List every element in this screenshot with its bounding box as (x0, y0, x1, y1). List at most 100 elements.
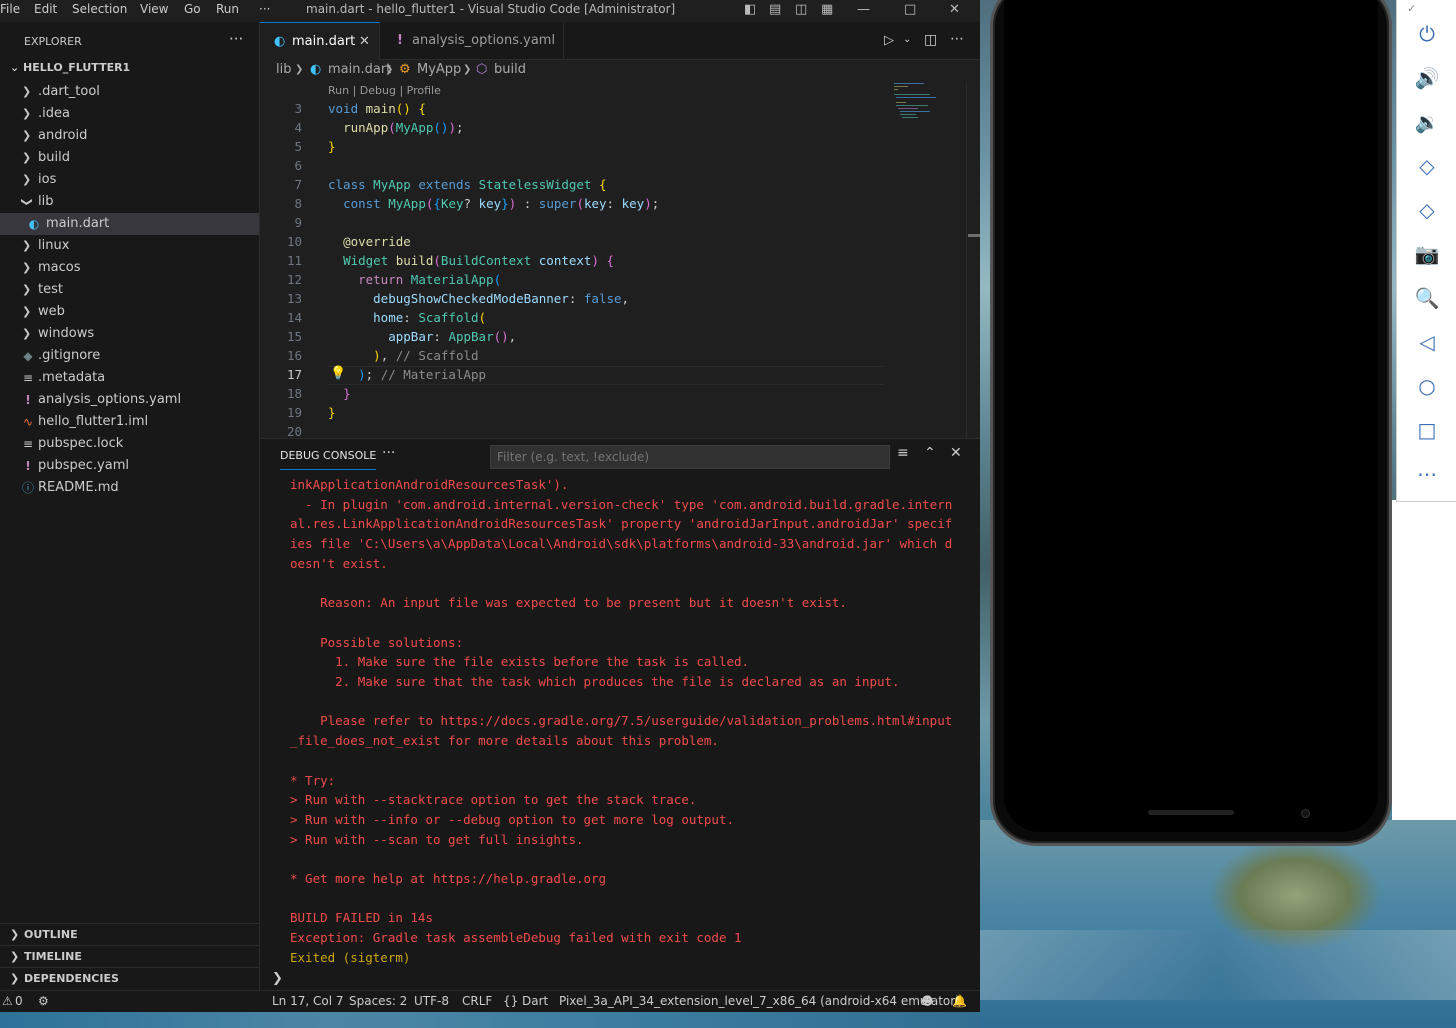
tree-item-test[interactable]: ❯ test (0, 279, 259, 301)
codelens[interactable]: Run | Debug | Profile (328, 84, 441, 97)
tree-item-iml[interactable]: ∿ hello_flutter1.iml (0, 411, 259, 433)
rotate-right-icon[interactable]: ◇ (1397, 198, 1456, 222)
tree-label: lib (38, 194, 54, 209)
volume-up-icon[interactable]: 🔊 (1397, 66, 1456, 90)
chevron-right-icon: ❯ (10, 928, 20, 941)
cursor-position[interactable]: Ln 17, Col 7 (272, 991, 344, 1011)
tree-item-build[interactable]: ❯ build (0, 147, 259, 169)
device-selector[interactable]: Pixel_3a_API_34_extension_level_7_x86_64… (559, 991, 960, 1011)
tree-item-dart-tool[interactable]: ❯ .dart_tool (0, 81, 259, 103)
tree-item-readme[interactable]: ⓘ README.md (0, 477, 259, 499)
run-icon[interactable]: ▷ (884, 33, 894, 48)
tab-label: analysis_options.yaml (412, 33, 556, 48)
tree-item-analysis-options[interactable]: ! analysis_options.yaml (0, 389, 259, 411)
toggle-sidebar-icon[interactable]: ◧ (744, 2, 756, 17)
zoom-icon[interactable]: 🔍 (1397, 286, 1456, 310)
tree-item-ios[interactable]: ❯ ios (0, 169, 259, 191)
customize-layout-icon[interactable]: ▦ (821, 2, 833, 17)
debug-console-output[interactable]: inkApplicationAndroidResourcesTask'). - … (260, 475, 980, 969)
console-prompt-icon[interactable]: ❯ (272, 971, 283, 986)
code-editor[interactable]: Run | Debug | Profile 💡 3 4 5 6 7 8 9 10… (260, 82, 980, 439)
tree-item-android[interactable]: ❯ android (0, 125, 259, 147)
tab-analysis-options[interactable]: ! analysis_options.yaml (380, 22, 564, 60)
split-editor-icon[interactable]: ◫ (924, 32, 937, 48)
editor-scrollbar[interactable] (966, 82, 980, 438)
tree-item-pubspec-yaml[interactable]: ! pubspec.yaml (0, 455, 259, 477)
notifications-icon[interactable]: 🔔 (952, 991, 967, 1011)
volume-down-icon[interactable]: 🔉 (1397, 110, 1456, 134)
minimize-icon[interactable]: — (857, 2, 870, 17)
panel-more-icon[interactable]: ··· (382, 445, 395, 461)
home-icon[interactable]: ○ (1397, 374, 1456, 398)
console-filter-input[interactable] (490, 445, 890, 469)
tree-item-lib[interactable]: ❯ lib (0, 191, 259, 213)
section-outline[interactable]: ❯ OUTLINE (0, 923, 259, 945)
breadcrumb-file[interactable]: main.dart (328, 60, 391, 80)
menu-edit[interactable]: Edit (34, 2, 57, 16)
breadcrumb-method[interactable]: build (494, 60, 526, 80)
problems-count[interactable]: 0 (15, 991, 23, 1011)
language-mode[interactable]: Dart (522, 991, 548, 1011)
line-number: 19 (286, 405, 302, 420)
tree-item-pubspec-lock[interactable]: ≡ pubspec.lock (0, 433, 259, 455)
clear-console-icon[interactable]: ≡ (897, 445, 909, 461)
toggle-panel-icon[interactable]: ▤ (769, 2, 781, 17)
code-line: Widget build(BuildContext context) { (343, 253, 615, 268)
overview-icon[interactable]: □ (1397, 418, 1456, 442)
editor-more-icon[interactable]: ⋯ (950, 31, 964, 47)
menu-go[interactable]: Go (184, 2, 201, 16)
tree-item-windows[interactable]: ❯ windows (0, 323, 259, 345)
tree-item-metadata[interactable]: ≡ .metadata (0, 367, 259, 389)
section-dependencies[interactable]: ❯ DEPENDENCIES (0, 967, 259, 989)
line-number: 18 (286, 386, 302, 401)
breadcrumb-lib[interactable]: lib (276, 60, 291, 80)
minimap[interactable] (890, 82, 966, 122)
rotate-left-icon[interactable]: ◇ (1397, 154, 1456, 178)
maximize-panel-icon[interactable]: ⌃ (924, 445, 936, 461)
emulator-screen[interactable] (1004, 0, 1378, 832)
section-timeline[interactable]: ❯ TIMELINE (0, 945, 259, 967)
screenshot-icon[interactable]: 📷 (1397, 242, 1456, 266)
yaml-file-icon: ! (397, 33, 403, 48)
chevron-right-icon: ❯ (22, 261, 32, 274)
close-window-icon[interactable]: ✕ (949, 2, 960, 17)
close-panel-icon[interactable]: ✕ (950, 445, 962, 461)
line-ending[interactable]: CRLF (462, 991, 492, 1011)
power-icon[interactable]: ⏻ (1397, 22, 1456, 46)
tree-item-gitignore[interactable]: ◆ .gitignore (0, 345, 259, 367)
chevron-right-icon: ❯ (22, 327, 32, 340)
back-icon[interactable]: ◁ (1397, 330, 1456, 354)
menu-more[interactable]: ··· (259, 2, 270, 16)
accounts-icon[interactable]: ☻ (921, 991, 934, 1011)
breadcrumb-class[interactable]: MyApp (417, 60, 461, 80)
menu-view[interactable]: View (140, 2, 168, 16)
maximize-icon[interactable]: □ (904, 2, 916, 17)
run-dropdown-icon[interactable]: ⌄ (903, 34, 911, 45)
encoding[interactable]: UTF-8 (414, 991, 449, 1011)
menu-file[interactable]: File (0, 2, 20, 16)
indentation[interactable]: Spaces: 2 (349, 991, 407, 1011)
warning-icon[interactable]: ⚠ (2, 991, 13, 1011)
debug-attach-icon[interactable]: ⚙ (38, 991, 49, 1011)
project-root[interactable]: ⌄ HELLO_FLUTTER1 (10, 61, 130, 74)
toggle-secondary-sidebar-icon[interactable]: ◫ (795, 2, 807, 17)
menu-selection[interactable]: Selection (72, 2, 127, 16)
explorer-more-icon[interactable]: ··· (229, 30, 243, 48)
tree-label: .idea (38, 106, 70, 121)
tab-main-dart[interactable]: ◐ main.dart ✕ (260, 22, 380, 60)
tree-item-macos[interactable]: ❯ macos (0, 257, 259, 279)
more-options-icon[interactable]: ⋯ (1397, 462, 1456, 486)
tree-item-web[interactable]: ❯ web (0, 301, 259, 323)
desktop-strip (0, 1012, 980, 1028)
tree-item-idea[interactable]: ❯ .idea (0, 103, 259, 125)
tab-debug-console[interactable]: DEBUG CONSOLE (280, 449, 377, 470)
close-tab-icon[interactable]: ✕ (359, 23, 370, 61)
console-line-exited: Exited (sigterm) (290, 949, 411, 965)
line-number: 7 (294, 177, 302, 192)
line-number: 17 (286, 367, 302, 382)
info-icon: ⓘ (21, 481, 34, 495)
menu-run[interactable]: Run (216, 2, 239, 16)
tree-item-linux[interactable]: ❯ linux (0, 235, 259, 257)
scroll-thumb[interactable] (968, 234, 980, 237)
tree-item-main-dart[interactable]: ◐ main.dart (0, 213, 259, 235)
